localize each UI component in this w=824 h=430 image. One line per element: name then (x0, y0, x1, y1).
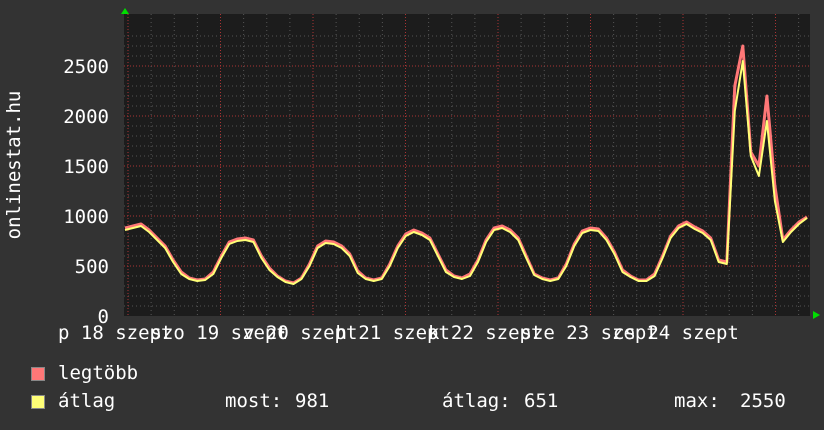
y-tick-label: 2500 (63, 56, 109, 78)
legend-swatch-max (31, 367, 45, 381)
y-tick-label: 1500 (63, 156, 109, 178)
stat-atlag-label: átlag: (442, 390, 511, 412)
y-axis-label: onlinestat.hu (3, 91, 25, 240)
plot-area (124, 14, 810, 316)
stat-most-value: 981 (295, 390, 330, 412)
x-axis-arrow-icon (813, 311, 820, 319)
stat-atlag-value: 651 (524, 390, 559, 412)
legend-label-avg: átlag (58, 390, 116, 412)
stat-most-label: most: (225, 390, 283, 412)
y-axis-arrow-icon (121, 8, 129, 14)
y-tick-label: 1000 (63, 206, 109, 228)
stat-max-label: max: (674, 390, 720, 412)
x-tick-labels: p 18 szeptszo 19 szeptv 20 szepth 21 sze… (58, 322, 739, 344)
y-tick-label: 500 (75, 256, 109, 278)
y-tick-label: 2000 (63, 106, 109, 128)
x-tick-label: cs 24 szept (613, 322, 739, 344)
legend-label-max: legtöbb (58, 362, 139, 384)
stat-max-value: 2550 (740, 390, 786, 412)
legend-swatch-avg (31, 395, 45, 409)
y-tick-labels: 05001000150020002500 (63, 56, 109, 328)
